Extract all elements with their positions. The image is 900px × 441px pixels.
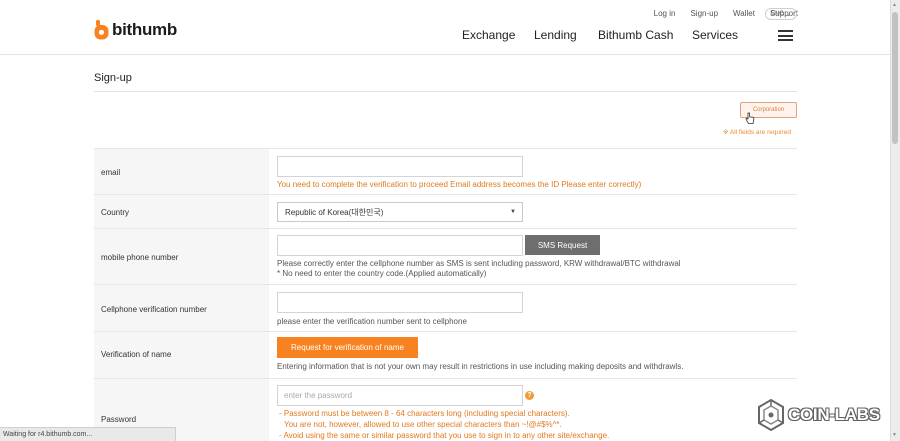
required-note: ※ All fields are required bbox=[723, 129, 791, 136]
help-question-icon[interactable]: ? bbox=[525, 391, 534, 400]
mobile-help: Please correctly enter the cellphone num… bbox=[277, 259, 681, 268]
email-row: email You need to complete the verificat… bbox=[94, 149, 797, 195]
coin-labs-logo-icon bbox=[758, 398, 784, 432]
country-selected-value: Republic of Korea(대한민국) bbox=[285, 207, 384, 217]
name-verification-label: Verification of name bbox=[101, 350, 172, 359]
label-cell bbox=[94, 149, 269, 194]
wallet-link[interactable]: Wallet bbox=[733, 9, 755, 18]
scroll-up-icon[interactable]: ▲ bbox=[892, 2, 897, 8]
title-divider bbox=[94, 91, 797, 92]
sms-request-button[interactable]: SMS Request bbox=[525, 235, 600, 255]
menu-icon[interactable] bbox=[778, 30, 793, 41]
bithumb-logo[interactable]: bithumb bbox=[94, 20, 177, 40]
verification-number-label: Cellphone verification number bbox=[101, 305, 207, 314]
nav-bithumb-cash[interactable]: Bithumb Cash bbox=[598, 28, 673, 42]
logo-text: bithumb bbox=[112, 20, 177, 39]
password-rule-reuse: - Avoid using the same or similar passwo… bbox=[279, 431, 610, 440]
email-message: You need to complete the verification to… bbox=[277, 180, 642, 189]
coin-labs-watermark: COIN-LABS bbox=[756, 398, 880, 432]
language-selector[interactable]: ENG ⌄ bbox=[765, 8, 797, 20]
bithumb-logo-icon bbox=[94, 20, 109, 40]
country-label: Country bbox=[101, 208, 130, 217]
site-header: Log in Sign-up Wallet Support ENG ⌄ bith… bbox=[0, 0, 890, 55]
verification-number-row: Cellphone verification number please ent… bbox=[94, 285, 797, 332]
scrollbar-thumb[interactable] bbox=[892, 12, 898, 144]
verification-number-input[interactable] bbox=[277, 292, 523, 313]
email-label: email bbox=[101, 168, 121, 177]
password-row: Password enter the password ? - Password… bbox=[94, 379, 797, 441]
password-rule-length: - Password must be between 8 - 64 charac… bbox=[279, 409, 570, 418]
nav-lending[interactable]: Lending bbox=[534, 28, 577, 42]
signup-form: email You need to complete the verificat… bbox=[94, 148, 797, 441]
login-link[interactable]: Log in bbox=[654, 9, 676, 18]
name-verification-help: Entering information that is not your ow… bbox=[277, 362, 684, 371]
country-code-note: * No need to enter the country code.(App… bbox=[277, 269, 487, 278]
language-label: ENG bbox=[770, 11, 784, 17]
dropdown-arrow-icon: ▼ bbox=[510, 209, 516, 215]
verification-number-help: please enter the verification number sen… bbox=[277, 317, 467, 326]
scroll-down-icon[interactable]: ▼ bbox=[892, 432, 897, 438]
nav-services[interactable]: Services bbox=[692, 28, 738, 42]
country-row: Country Republic of Korea(대한민국) ▼ bbox=[94, 195, 797, 229]
mobile-row: mobile phone number SMS Request Please c… bbox=[94, 229, 797, 285]
nav-exchange[interactable]: Exchange bbox=[462, 28, 515, 42]
signup-link[interactable]: Sign-up bbox=[690, 9, 718, 18]
password-placeholder: enter the password bbox=[284, 391, 353, 400]
country-select[interactable]: Republic of Korea(대한민국) ▼ bbox=[277, 202, 523, 222]
password-label: Password bbox=[101, 415, 137, 424]
page-title: Sign-up bbox=[94, 72, 132, 84]
signup-page: Log in Sign-up Wallet Support ENG ⌄ bith… bbox=[0, 0, 890, 441]
password-input[interactable]: enter the password bbox=[277, 385, 523, 406]
browser-status-bar: Waiting for r4.bithumb.com... bbox=[0, 427, 176, 441]
password-rule-special: You are not, however, allowed to use oth… bbox=[284, 420, 562, 429]
name-verification-row: Verification of name Request for verific… bbox=[94, 332, 797, 379]
status-text: Waiting for r4.bithumb.com... bbox=[3, 431, 93, 438]
mobile-label: mobile phone number bbox=[101, 253, 179, 262]
watermark-text: COIN-LABS bbox=[788, 405, 880, 424]
mobile-input[interactable] bbox=[277, 235, 523, 256]
email-input[interactable] bbox=[277, 156, 523, 177]
name-verification-button[interactable]: Request for verification of name bbox=[277, 337, 418, 358]
chevron-down-icon: ⌄ bbox=[785, 11, 792, 18]
